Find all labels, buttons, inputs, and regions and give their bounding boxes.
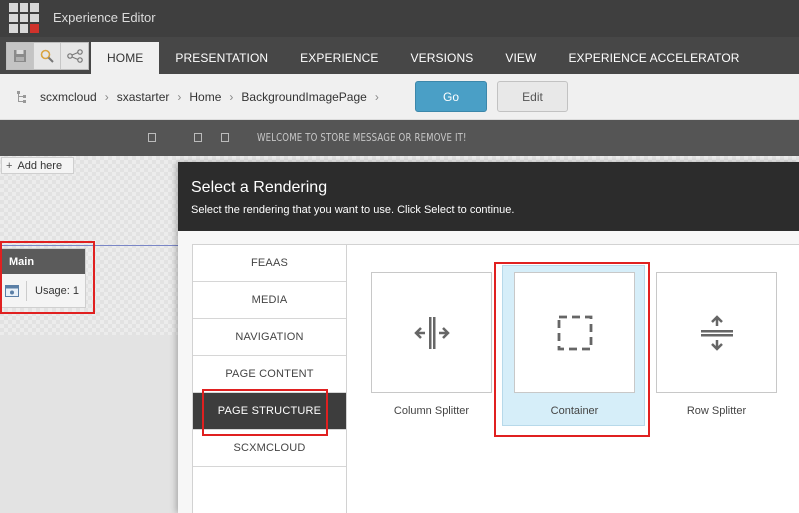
square-icon [221, 133, 229, 142]
save-icon [14, 50, 26, 62]
breadcrumb-item-sxastarter[interactable]: sxastarter [117, 90, 170, 104]
container-icon [557, 315, 592, 350]
tab-view[interactable]: VIEW [489, 42, 552, 74]
category-page-content[interactable]: PAGE CONTENT [193, 356, 346, 393]
welcome-message: WELCOME TO STORE MESSAGE OR REMOVE IT! [257, 131, 467, 144]
chevron-right-icon: › [177, 90, 182, 104]
placeholder-boundary [0, 245, 180, 246]
rendering-panel: Column Splitter Container Row Splitter [347, 244, 799, 513]
dialog-subtitle: Select the rendering that you want to us… [191, 204, 515, 216]
row-splitter-icon [700, 314, 733, 351]
canvas-block [0, 335, 180, 513]
search-icon [40, 49, 54, 63]
placeholder-name: Main [1, 249, 85, 274]
tree-navigator-button[interactable] [61, 43, 88, 69]
placeholder-main[interactable]: Main Usage: 1 [0, 248, 86, 308]
tab-presentation[interactable]: PRESENTATION [159, 42, 284, 74]
go-button[interactable]: Go [415, 81, 487, 112]
tab-experience-accelerator[interactable]: EXPERIENCE ACCELERATOR [552, 42, 755, 74]
dialog-title: Select a Rendering [191, 179, 328, 196]
edit-button[interactable]: Edit [497, 81, 568, 112]
app-title: Experience Editor [53, 10, 156, 25]
rendering-label: Row Splitter [686, 405, 747, 417]
site-header: WELCOME TO STORE MESSAGE OR REMOVE IT! [0, 120, 799, 156]
category-scxmcloud[interactable]: SCXMCLOUD [193, 430, 346, 467]
share-nodes-icon [66, 49, 83, 63]
category-list: FEAAS MEDIA NAVIGATION PAGE CONTENT PAGE… [192, 244, 347, 513]
quick-access-toolbar [6, 42, 89, 70]
chevron-right-icon: › [374, 90, 379, 104]
chevron-right-icon: › [104, 90, 109, 104]
rendering-label: Column Splitter [393, 405, 470, 417]
category-page-structure[interactable]: PAGE STRUCTURE [193, 393, 346, 430]
category-navigation[interactable]: NAVIGATION [193, 319, 346, 356]
placeholder-usage: Usage: 1 [35, 285, 80, 297]
ribbon-tabs: HOME PRESENTATION EXPERIENCE VERSIONS VI… [91, 42, 756, 74]
sitecore-logo-icon[interactable] [9, 3, 39, 33]
category-media[interactable]: MEDIA [193, 282, 346, 319]
rendering-label: Container [550, 405, 599, 417]
breadcrumb-item-backgroundimagepage[interactable]: BackgroundImagePage [241, 90, 366, 104]
breadcrumb-item-home[interactable]: Home [189, 90, 221, 104]
tab-home[interactable]: HOME [91, 42, 160, 74]
rendering-container[interactable]: Container [514, 272, 635, 417]
add-here-button[interactable]: + Add here [1, 157, 74, 174]
breadcrumb-item-scxmcloud[interactable]: scxmcloud [40, 90, 97, 104]
dialog-body: FEAAS MEDIA NAVIGATION PAGE CONTENT PAGE… [178, 231, 799, 513]
dialog-header: Select a Rendering Select the rendering … [178, 162, 799, 231]
content-tree-icon[interactable] [16, 90, 28, 104]
save-button[interactable] [7, 43, 34, 69]
square-icon [194, 133, 202, 142]
breadcrumb-bar: scxmcloud › sxastarter › Home › Backgrou… [0, 74, 799, 120]
breadcrumb: scxmcloud › sxastarter › Home › Backgrou… [40, 90, 387, 104]
ribbon: HOME PRESENTATION EXPERIENCE VERSIONS VI… [0, 37, 799, 74]
square-icon [148, 133, 156, 142]
category-feaas[interactable]: FEAAS [193, 245, 346, 282]
rendering-icon [5, 285, 19, 297]
search-button[interactable] [34, 43, 61, 69]
chevron-right-icon: › [229, 90, 234, 104]
select-rendering-dialog: Select a Rendering Select the rendering … [178, 162, 799, 513]
rendering-row-splitter[interactable]: Row Splitter [656, 272, 777, 417]
column-splitter-icon [413, 316, 450, 349]
tab-versions[interactable]: VERSIONS [395, 42, 490, 74]
tab-experience[interactable]: EXPERIENCE [284, 42, 394, 74]
add-here-label: Add here [17, 159, 63, 172]
plus-icon: + [6, 159, 13, 172]
rendering-column-splitter[interactable]: Column Splitter [371, 272, 492, 417]
title-bar: Experience Editor [0, 0, 799, 37]
